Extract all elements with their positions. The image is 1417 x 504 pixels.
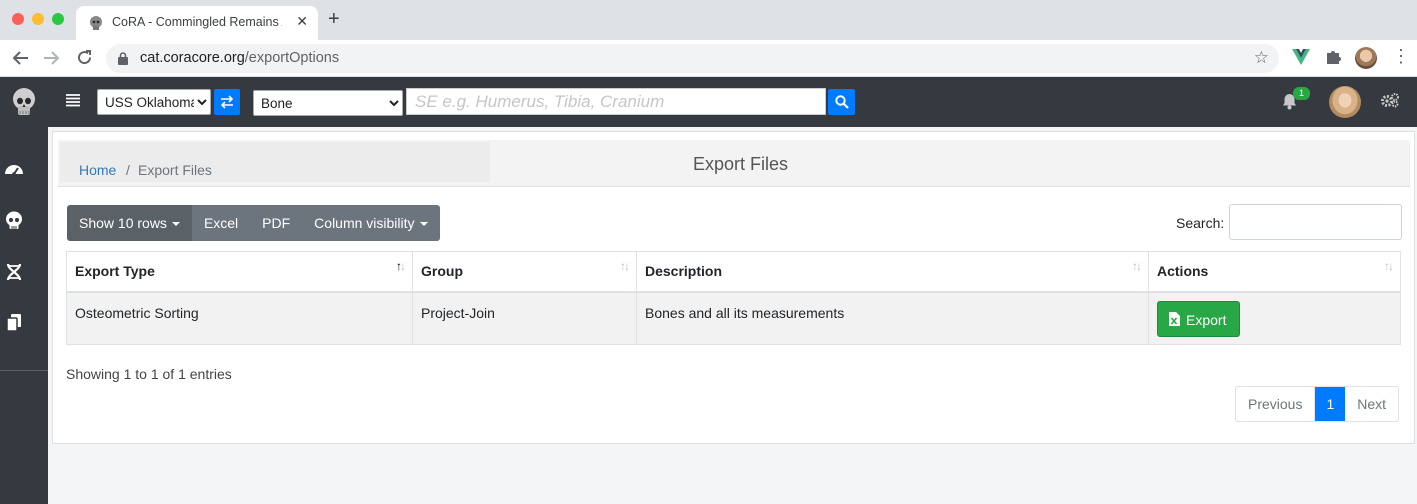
table-button-group: Show 10 rows Excel PDF Column visibility: [67, 205, 440, 241]
page-1-button[interactable]: 1: [1315, 387, 1346, 421]
sort-icon: ↑↓: [1384, 259, 1394, 273]
app-navbar: USS Oklahoma Bone 1: [0, 77, 1417, 127]
sort-asc-icon: ↑↓: [396, 259, 406, 273]
page-title: Export Files: [693, 154, 789, 174]
cell-actions: Export: [1148, 291, 1401, 345]
column-header-actions[interactable]: Actions ↑↓: [1148, 251, 1401, 293]
search-input[interactable]: [406, 88, 826, 115]
caret-down-icon: [171, 222, 180, 227]
swap-arrows-icon: [220, 95, 234, 109]
breadcrumb: Home / Export Files: [60, 142, 490, 182]
skull-icon[interactable]: [4, 211, 24, 231]
column-header-export-type[interactable]: Export Type ↑↓: [66, 251, 413, 293]
caret-down-icon: [419, 222, 428, 227]
reload-icon[interactable]: [76, 49, 93, 66]
card-header: Home / Export Files Export Files: [58, 140, 1410, 187]
bone-select[interactable]: Bone: [253, 90, 403, 116]
sidebar: [0, 127, 48, 504]
column-header-description[interactable]: Description ↑↓: [636, 251, 1149, 293]
vue-devtools-icon[interactable]: [1292, 49, 1310, 65]
show-rows-button[interactable]: Show 10 rows: [67, 205, 192, 241]
extensions-puzzle-icon[interactable]: [1325, 49, 1341, 65]
breadcrumb-separator: /: [126, 162, 130, 178]
excel-button[interactable]: Excel: [191, 205, 251, 241]
browser-toolbar: cat.coracore.org/exportOptions ☆ ⋮: [0, 40, 1417, 77]
table-header-row: Export Type ↑↓ Group ↑↓ Description ↑↓ Acti…: [66, 251, 1401, 293]
sort-icon: ↑↓: [620, 259, 630, 273]
dashboard-gauge-icon[interactable]: [4, 160, 24, 180]
export-table: Export Type ↑↓ Group ↑↓ Description ↑↓ Acti…: [66, 251, 1401, 345]
dna-icon[interactable]: [4, 262, 24, 282]
breadcrumb-home-link[interactable]: Home: [79, 162, 116, 178]
notification-badge: 1: [1293, 87, 1310, 100]
table-row: Osteometric Sorting Project-Join Bones a…: [66, 291, 1401, 345]
table-info: Showing 1 to 1 of 1 entries: [66, 366, 232, 382]
previous-page-button[interactable]: Previous: [1236, 387, 1316, 421]
user-avatar[interactable]: [1329, 86, 1361, 118]
bookmark-star-icon[interactable]: ☆: [1254, 48, 1269, 68]
pagination: Previous 1 Next: [1235, 386, 1400, 422]
profile-avatar[interactable]: [1355, 47, 1377, 69]
browser-tab[interactable]: CoRA - Commingled Remains A ✕: [76, 6, 318, 40]
search-button[interactable]: [828, 89, 855, 115]
maximize-window-button[interactable]: [52, 13, 64, 25]
hamburger-menu-icon[interactable]: [66, 93, 80, 107]
new-tab-button[interactable]: +: [328, 9, 340, 29]
forward-arrow-icon[interactable]: [43, 50, 61, 66]
address-bar[interactable]: cat.coracore.org/exportOptions ☆: [106, 44, 1279, 73]
cell-export-type: Osteometric Sorting: [66, 291, 413, 345]
tab-close-icon[interactable]: ✕: [296, 13, 308, 30]
project-select[interactable]: USS Oklahoma: [97, 89, 211, 115]
column-header-group[interactable]: Group ↑↓: [412, 251, 637, 293]
export-files-card: Home / Export Files Export Files Show 10…: [52, 131, 1415, 444]
export-button[interactable]: Export: [1157, 300, 1241, 337]
close-window-button[interactable]: [12, 13, 24, 25]
table-search-label: Search:: [1176, 215, 1225, 231]
cell-description: Bones and all its measurements: [636, 291, 1149, 345]
minimize-window-button[interactable]: [32, 13, 44, 25]
browser-tab-bar: CoRA - Commingled Remains A ✕ +: [0, 0, 1417, 40]
search-icon: [835, 95, 849, 109]
cell-group: Project-Join: [412, 291, 637, 345]
url-text: cat.coracore.org/exportOptions: [140, 50, 340, 66]
sidebar-divider: [0, 370, 48, 371]
skull-favicon-icon: [90, 16, 102, 30]
tab-title: CoRA - Commingled Remains A: [112, 15, 282, 29]
column-visibility-button[interactable]: Column visibility: [302, 205, 440, 241]
table-search-input[interactable]: [1229, 204, 1402, 240]
settings-gears-icon[interactable]: [1380, 92, 1400, 108]
copy-files-icon[interactable]: [4, 313, 24, 333]
next-page-button[interactable]: Next: [1345, 387, 1398, 421]
skull-logo-icon[interactable]: [10, 87, 38, 117]
pdf-button[interactable]: PDF: [250, 205, 303, 241]
lock-icon: [118, 52, 128, 65]
sort-icon: ↑↓: [1132, 259, 1142, 273]
browser-menu-icon[interactable]: ⋮: [1392, 47, 1410, 65]
swap-button[interactable]: [214, 89, 240, 115]
breadcrumb-current: Export Files: [138, 162, 212, 178]
back-arrow-icon[interactable]: [11, 50, 29, 66]
excel-file-icon: [1169, 312, 1180, 327]
